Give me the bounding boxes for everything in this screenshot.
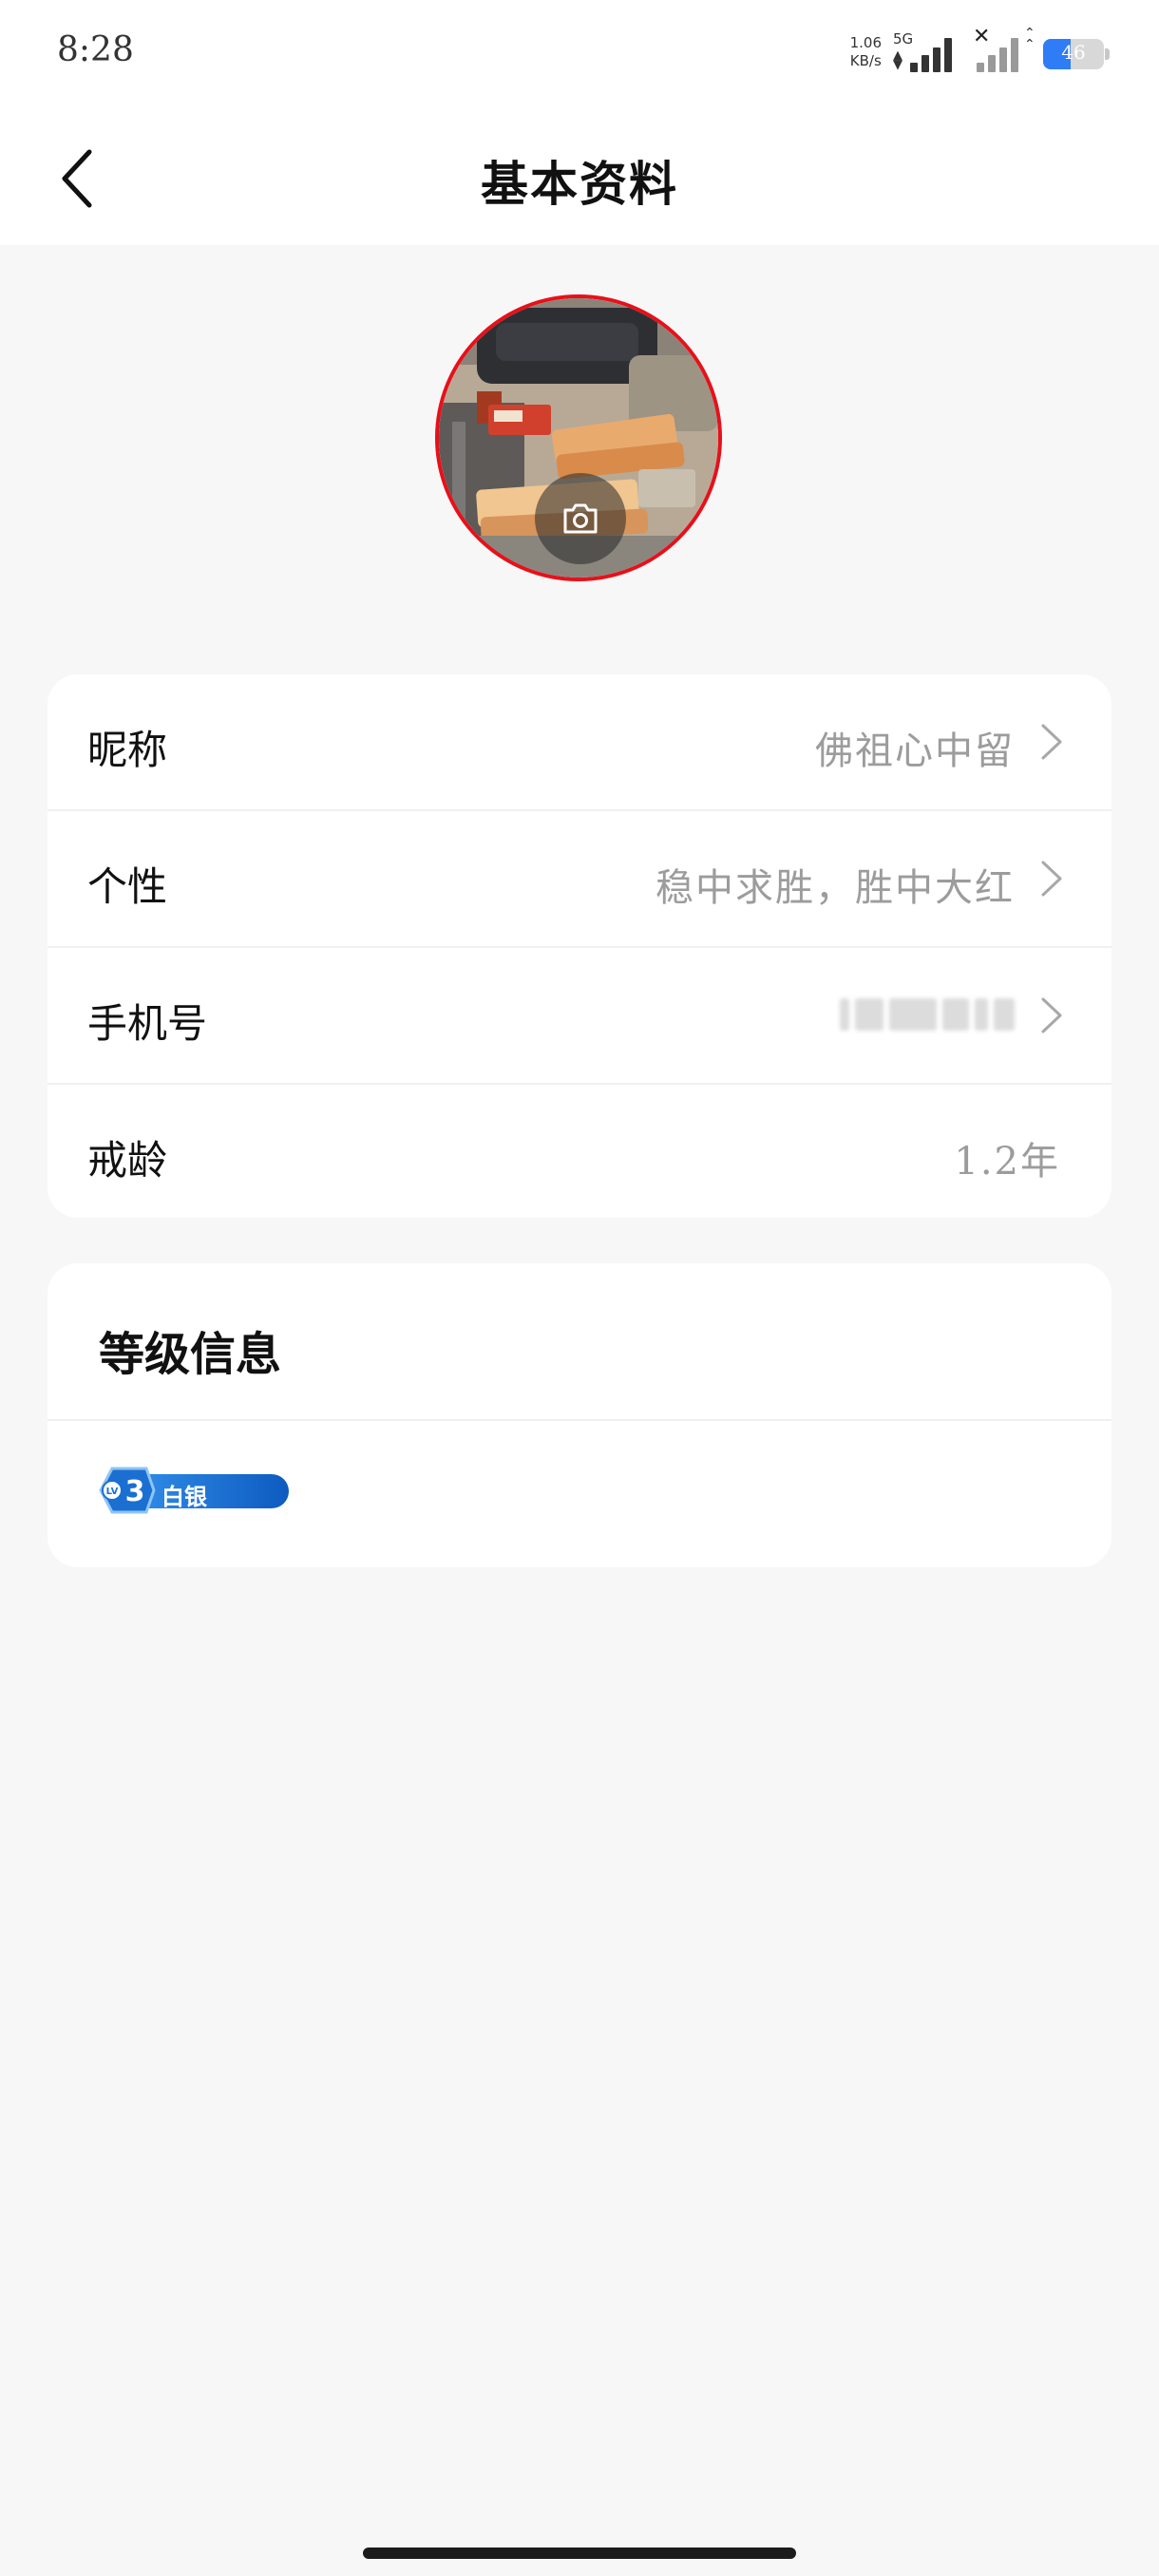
- signature-label: 个性: [87, 863, 168, 910]
- level-badge-prefix: LV: [106, 1487, 119, 1497]
- level-info-header: 等级信息: [48, 1263, 1112, 1421]
- level-info-card: 等级信息 白银 LV 3: [48, 1263, 1112, 1567]
- cellular-signal-no-service-icon: ✕: [973, 25, 1020, 76]
- data-activity-icon: ▲ ▼: [893, 48, 902, 72]
- level-badge-text: 白银: [162, 1484, 207, 1510]
- abstinence-age-label: 戒龄: [87, 1137, 168, 1184]
- phone-label: 手机号: [87, 1000, 208, 1047]
- abstinence-age-row: 戒龄 1.2年: [48, 1085, 1112, 1218]
- profile-info-card: 昵称 佛祖心中留 个性 稳中求胜，胜中大红 手机号 戒龄 1.2年: [48, 674, 1112, 1218]
- charging-arrows-icon: ⌃ ⌃: [1024, 26, 1036, 52]
- network-speed: 1.06 KB/s: [850, 34, 882, 70]
- battery-level: 46: [1061, 41, 1086, 64]
- change-avatar-button[interactable]: [535, 473, 626, 564]
- network-speed-value: 1.06: [849, 34, 882, 51]
- nickname-label: 昵称: [87, 727, 168, 773]
- chevron-right-icon: [1041, 724, 1062, 760]
- signature-value: 稳中求胜，胜中大红: [656, 866, 1015, 910]
- cellular-signal-5g-icon: 5G ▲ ▼: [893, 28, 961, 76]
- level-badge-number: 3: [125, 1475, 145, 1508]
- camera-icon: [563, 503, 598, 534]
- level-badge: 白银 LV 3: [99, 1467, 293, 1514]
- chevron-right-icon: [1041, 997, 1062, 1033]
- status-icons: 1.06 KB/s 5G ▲ ▼ ✕ ⌃ ⌃ 46: [850, 25, 1110, 76]
- level-info-title: 等级信息: [99, 1328, 282, 1381]
- status-bar: 8:28 1.06 KB/s 5G ▲ ▼ ✕ ⌃ ⌃ 46: [0, 0, 1159, 112]
- phone-value-redacted: [840, 994, 1015, 1035]
- nickname-row[interactable]: 昵称 佛祖心中留: [48, 674, 1112, 811]
- status-time: 8:28: [57, 30, 134, 69]
- battery-icon: ⌃ ⌃ 46: [1024, 27, 1110, 69]
- page-title: 基本资料: [481, 156, 678, 212]
- nickname-value: 佛祖心中留: [815, 729, 1015, 773]
- navigation-bar: 基本资料: [0, 112, 1159, 245]
- network-speed-unit: KB/s: [849, 52, 882, 69]
- chevron-right-icon: [1041, 861, 1062, 897]
- signature-row[interactable]: 个性 稳中求胜，胜中大红: [48, 811, 1112, 948]
- avatar[interactable]: [435, 294, 722, 581]
- phone-row[interactable]: 手机号: [48, 948, 1112, 1085]
- level-shield-icon: LV 3: [99, 1467, 156, 1514]
- abstinence-age-value: 1.2年: [954, 1140, 1060, 1184]
- home-indicator[interactable]: [363, 2548, 796, 2559]
